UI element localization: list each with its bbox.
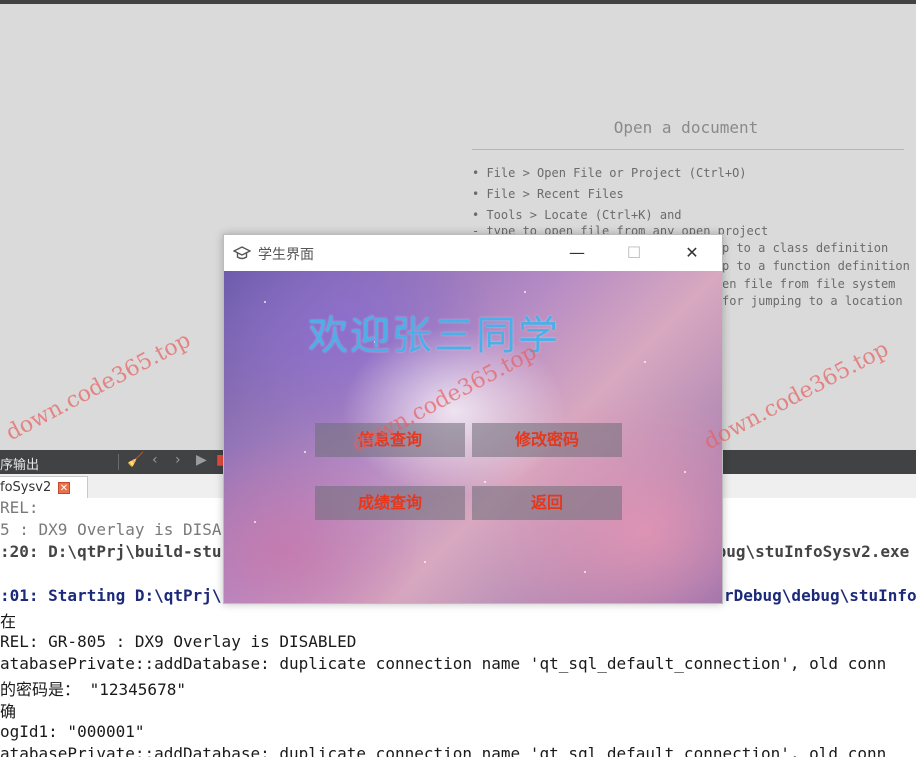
graduation-cap-icon [233,246,251,260]
close-icon[interactable]: ✕ [679,240,705,266]
output-line: rDebug\debug\stuInfo [724,586,916,605]
minimize-icon[interactable]: — [564,240,590,266]
hint-locate: • Tools > Locate (Ctrl+K) and [472,208,682,222]
output-line: 在 [0,612,17,631]
star [424,561,426,563]
output-line: REL: [0,498,39,517]
star [264,301,266,303]
star [584,571,586,573]
output-line: REL: GR-805 : DX9 Overlay is DISABLED [0,632,357,651]
output-line: 的密码是： "12345678" [0,680,186,699]
output-line: 确 [0,702,17,721]
hint-class-definition: p to a class definition [722,241,889,255]
star [304,451,306,453]
hint-open-file[interactable]: • File > Open File or Project (Ctrl+O) [472,166,747,180]
back-button[interactable]: 返回 [472,486,622,520]
hint-recent-files[interactable]: • File > Recent Files [472,187,624,201]
toolbar-separator [118,454,119,470]
clear-output-icon[interactable]: 🧹 [127,452,144,468]
run-icon[interactable]: ▶ [196,452,207,468]
output-panel-title: 序输出 [0,458,40,473]
output-line: ebug\stuInfoSysv2.exe [707,542,910,561]
student-dialog: 学生界面 — ☐ ✕ 欢迎张三同学 信息查询 修改密码 成绩查询 返回 [223,234,723,604]
star [684,471,686,473]
grade-query-button[interactable]: 成绩查询 [315,486,465,520]
star [484,481,486,483]
star [524,291,526,293]
close-icon[interactable]: ✕ [58,482,70,494]
tab-label: foSysv2 [0,480,52,495]
dialog-titlebar[interactable]: 学生界面 — ☐ ✕ [224,235,722,271]
star [254,521,256,523]
output-line: ogId1: "000001" [0,722,145,741]
welcome-divider [472,149,904,150]
hint-jump-location: for jumping to a location [722,294,903,308]
change-password-button[interactable]: 修改密码 [472,423,622,457]
chevron-left-icon[interactable]: ‹ [152,452,158,468]
welcome-title: Open a document [613,118,759,137]
output-line: :20: D:\qtPrj\build-stu [0,542,222,561]
hint-file-system: en file from file system [722,277,896,291]
hint-function-definition: p to a function definition [722,259,910,273]
chevron-right-icon[interactable]: › [175,452,181,468]
star [644,361,646,363]
output-line: atabasePrivate::addDatabase: duplicate c… [0,744,887,757]
dialog-title: 学生界面 [258,247,314,263]
tab-stuinfosysv2[interactable]: foSysv2 ✕ [0,476,88,498]
output-line: atabasePrivate::addDatabase: duplicate c… [0,654,887,673]
output-line: :01: Starting D:\qtPrj\ [0,586,222,605]
maximize-icon: ☐ [626,243,642,262]
dialog-background: 欢迎张三同学 信息查询 修改密码 成绩查询 返回 [224,271,722,603]
output-line: 5 : DX9 Overlay is DISA [0,520,222,539]
